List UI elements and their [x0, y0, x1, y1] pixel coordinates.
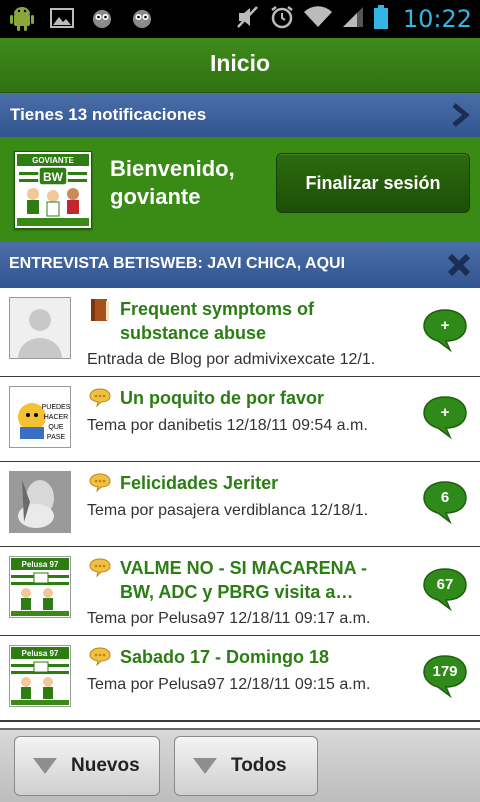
news-ticker[interactable]: ENTREVISTA BETISWEB: JAVI CHICA, AQUI — [0, 242, 480, 288]
alarm-icon — [269, 4, 295, 35]
logout-button[interactable]: Finalizar sesión — [276, 153, 470, 213]
user-thumbnail — [9, 471, 71, 533]
mute-icon — [235, 4, 261, 35]
reply-count-bubble[interactable]: + — [422, 308, 468, 353]
triangle-down-icon — [193, 758, 217, 774]
android-debug-icon — [8, 4, 36, 32]
item-title[interactable]: Frequent symptoms of substance abuse — [120, 297, 390, 345]
item-meta: Tema por pasajera verdiblanca 12/18/1. — [87, 502, 369, 519]
new-filter-button[interactable]: Nuevos — [14, 736, 160, 796]
book-icon — [89, 298, 111, 321]
item-title[interactable]: Un poquito de por favor — [120, 386, 390, 410]
list-item[interactable]: PUEDES HACER QUE PASE Un poquito de por fav… — [0, 377, 480, 463]
reply-count: 6 — [440, 489, 450, 506]
item-title[interactable]: Felicidades Jeriter — [120, 471, 390, 495]
owl-notification-icon — [88, 4, 116, 32]
reply-count-bubble[interactable]: 179 — [422, 654, 468, 699]
item-meta: Tema por Pelusa97 12/18/11 09:15 a.m. — [87, 676, 371, 693]
title-bar: Inicio — [0, 38, 480, 93]
all-filter-label: Todos — [231, 755, 287, 776]
welcome-greeting: Bienvenido, goviante — [110, 156, 235, 209]
gallery-icon — [48, 4, 76, 32]
svg-text:PUEDES: PUEDES — [42, 404, 70, 411]
speech-bubble-icon — [89, 557, 111, 579]
triangle-down-icon — [33, 758, 57, 774]
list-item[interactable]: Felicidades Jeriter Tema por pasajera ve… — [0, 462, 480, 548]
item-title[interactable]: Sabado 17 - Domingo 18 — [120, 645, 390, 669]
avatar-badge: BW — [43, 170, 64, 184]
item-meta: Tema por danibetis 12/18/11 09:54 a.m. — [87, 417, 368, 434]
clock: 10:22 — [402, 5, 472, 33]
avatar-caption: GOVIANTE — [32, 156, 74, 165]
item-meta: Tema por Pelusa97 12/18/11 09:17 a.m. — [87, 610, 371, 627]
user-thumbnail: Pelusa 97 — [9, 645, 71, 707]
speech-bubble-icon — [89, 387, 111, 409]
all-filter-button[interactable]: Todos — [174, 736, 318, 796]
notifications-bar[interactable]: Tienes 13 notificaciones — [0, 93, 480, 137]
notifications-text: Tienes 13 notificaciones — [10, 105, 207, 124]
speech-bubble-icon — [89, 646, 111, 668]
page-title: Inicio — [209, 50, 271, 76]
bottom-toolbar: Nuevos Todos — [0, 728, 480, 802]
item-title[interactable]: VALME NO - SI MACARENA - BW, ADC y PBRG … — [120, 556, 390, 604]
owl-notification-icon-2 — [128, 4, 156, 32]
list-item[interactable]: Pelusa 97 VALME NO - SI MACARENA - BW, A… — [0, 547, 480, 637]
user-thumbnail: Pelusa 97 — [9, 556, 71, 618]
svg-text:QUE: QUE — [48, 424, 64, 431]
svg-text:Pelusa 97: Pelusa 97 — [22, 560, 59, 569]
chevron-right-icon — [448, 101, 472, 129]
reply-count: 67 — [436, 576, 454, 593]
item-meta: Entrada de Blog por admivixexcate 12/1. — [87, 351, 376, 368]
welcome-panel: GOVIANTE BW Bienvenido, goviante Finaliz… — [0, 137, 480, 242]
wifi-icon — [303, 5, 333, 34]
user-thumbnail — [9, 297, 71, 359]
close-icon[interactable] — [446, 252, 472, 278]
user-thumbnail: PUEDES HACER QUE PASE — [9, 386, 71, 448]
news-text: ENTREVISTA BETISWEB: JAVI CHICA, AQUI — [9, 255, 346, 272]
status-bar: 10:22 — [0, 0, 480, 38]
svg-text:PASE: PASE — [47, 434, 65, 441]
reply-count-bubble[interactable]: 6 — [422, 480, 468, 525]
reply-count-bubble[interactable]: 67 — [422, 567, 468, 612]
svg-text:HACER: HACER — [44, 414, 69, 421]
list-item[interactable]: Frequent symptoms of substance abuse Ent… — [0, 288, 480, 378]
list-item[interactable]: Pelusa 97 Sabado 17 - Domingo 18 Tema po… — [0, 636, 480, 722]
reply-count: + — [440, 404, 450, 421]
new-filter-label: Nuevos — [71, 755, 140, 776]
reply-count-bubble[interactable]: + — [422, 395, 468, 440]
speech-bubble-icon — [89, 472, 111, 494]
reply-count: 179 — [432, 663, 458, 680]
svg-text:Pelusa 97: Pelusa 97 — [22, 649, 59, 658]
reply-count: + — [440, 317, 450, 334]
battery-icon — [373, 4, 389, 35]
signal-icon — [341, 5, 365, 34]
avatar[interactable]: GOVIANTE BW — [14, 151, 92, 229]
